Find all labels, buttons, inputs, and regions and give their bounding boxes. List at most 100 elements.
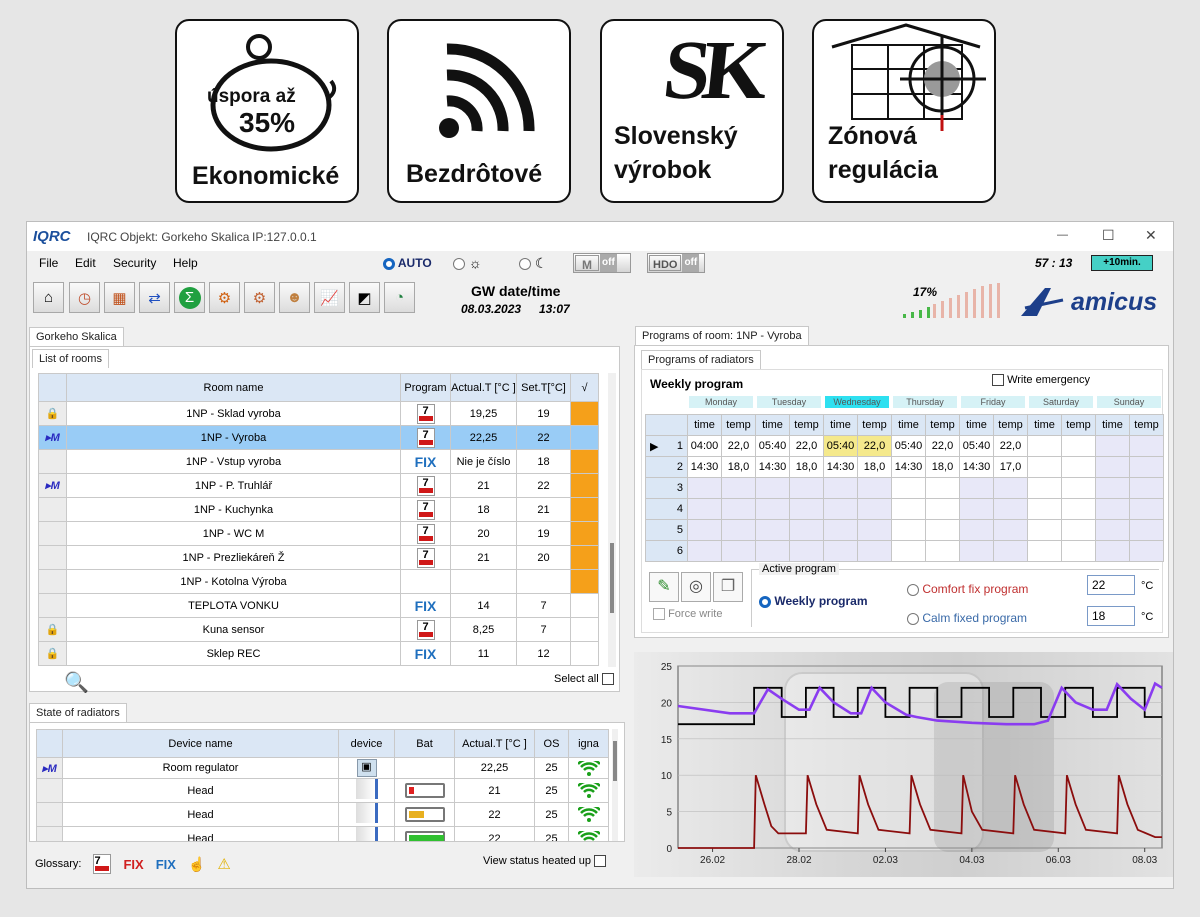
room-row[interactable]: 🔒 Sklep REC FIX 11 12 [38, 641, 599, 666]
program-cell[interactable] [891, 498, 926, 520]
room-name[interactable]: 1NP - Vyroba [66, 425, 401, 450]
program-cell[interactable]: 05:40 [959, 435, 994, 457]
device-name[interactable]: Head [62, 802, 339, 827]
room-program[interactable]: 7 [400, 617, 451, 642]
program-cell[interactable] [993, 477, 1028, 499]
program-cell[interactable]: 05:40 [823, 435, 858, 457]
room-program[interactable]: 7 [400, 473, 451, 498]
room-name[interactable]: 1NP - Prezliekáreň Ž [66, 545, 401, 570]
program-cell[interactable] [1129, 456, 1164, 478]
program-row[interactable]: 2 14:30 18,0 14:30 18,0 14:30 18,0 14:30 18,0 14:… [645, 456, 1164, 478]
minimize-button[interactable]: — [1057, 229, 1068, 241]
program-cell[interactable]: 14:30 [823, 456, 858, 478]
day-tuesday[interactable]: Tuesday [757, 396, 821, 408]
program-cell[interactable] [1027, 435, 1062, 457]
program-cell[interactable] [1061, 540, 1096, 562]
program-cell[interactable]: 22,0 [857, 435, 892, 457]
program-cell[interactable] [1095, 519, 1130, 541]
rooms-scroll-thumb[interactable] [610, 543, 614, 613]
write-emergency-checkbox[interactable] [992, 374, 1004, 387]
col-actual-temp[interactable]: Actual.T [°C ] [454, 729, 535, 758]
program-cell[interactable] [823, 477, 858, 499]
copy-icon[interactable]: ❐ [713, 572, 743, 602]
rooms-scrollbar[interactable] [608, 373, 616, 667]
program-cell[interactable] [857, 498, 892, 520]
program-cell[interactable] [1027, 477, 1062, 499]
room-name[interactable]: 1NP - Sklad vyroba [66, 401, 401, 426]
program-row[interactable]: 6 [645, 540, 1164, 562]
clock-icon[interactable]: ◷ [69, 282, 100, 313]
col-device[interactable]: device [338, 729, 395, 758]
program-cell[interactable]: 22,0 [993, 435, 1028, 457]
view-status[interactable]: View status heated up [483, 855, 607, 868]
comfort-program-radio[interactable]: Comfort fix program [907, 582, 1028, 596]
program-cell[interactable] [1095, 498, 1130, 520]
program-cell[interactable] [993, 540, 1028, 562]
program-cell[interactable] [1061, 435, 1096, 457]
program-cell[interactable] [1027, 519, 1062, 541]
room-name[interactable]: 1NP - P. Truhlář [66, 473, 401, 498]
select-all-checkbox[interactable] [601, 673, 614, 686]
radiators-scrollbar[interactable] [612, 729, 618, 841]
col-program[interactable]: Program [400, 373, 451, 402]
col-check[interactable]: √ [570, 373, 599, 402]
menu-file[interactable]: File [39, 256, 58, 270]
program-cell[interactable] [925, 519, 960, 541]
tab-programs-of-radiators[interactable]: Programs of radiators [641, 350, 761, 369]
program-cell[interactable]: 05:40 [755, 435, 790, 457]
col-device-name[interactable]: Device name [62, 729, 339, 758]
room-program[interactable]: 7 [400, 497, 451, 522]
program-row[interactable]: 4 [645, 498, 1164, 520]
force-write-checkbox[interactable] [653, 608, 665, 621]
program-cell[interactable] [857, 477, 892, 499]
program-row[interactable]: 5 [645, 519, 1164, 541]
day-thursday[interactable]: Thursday [893, 396, 957, 408]
program-cell[interactable]: 17,0 [993, 456, 1028, 478]
room-program[interactable] [400, 569, 451, 594]
calm-program-radio[interactable]: Calm fixed program [907, 611, 1027, 625]
room-name[interactable]: Sklep REC [66, 641, 401, 666]
program-cell[interactable] [891, 540, 926, 562]
day-saturday[interactable]: Saturday [1029, 396, 1093, 408]
device-name[interactable]: Head [62, 826, 339, 841]
mode-auto-radio[interactable]: AUTO [383, 256, 432, 270]
program-cell[interactable] [857, 540, 892, 562]
mode-sun-radio[interactable]: ☼ [453, 255, 482, 271]
program-cell[interactable] [1129, 540, 1164, 562]
write-emergency[interactable]: Write emergency [992, 374, 1090, 387]
select-all[interactable]: Select all [554, 673, 614, 686]
program-cell[interactable] [959, 477, 994, 499]
program-cell[interactable] [959, 519, 994, 541]
program-cell[interactable] [721, 498, 756, 520]
program-cell[interactable]: 18,0 [721, 456, 756, 478]
program-cell[interactable] [755, 540, 790, 562]
hdo-toggle[interactable]: HDO off [647, 253, 705, 273]
program-cell[interactable]: 14:30 [687, 456, 722, 478]
room-program[interactable]: 7 [400, 545, 451, 570]
day-wednesday[interactable]: Wednesday [825, 396, 889, 408]
day-sunday[interactable]: Sunday [1097, 396, 1161, 408]
program-cell[interactable]: 22,0 [925, 435, 960, 457]
window-icon[interactable]: ◩ [349, 282, 380, 313]
day-friday[interactable]: Friday [961, 396, 1025, 408]
program-cell[interactable] [1129, 477, 1164, 499]
view-status-checkbox[interactable] [594, 855, 607, 868]
gauge-icon[interactable]: ◔ [384, 282, 415, 313]
col-room-name[interactable]: Room name [66, 373, 401, 402]
room-program[interactable]: FIX [400, 641, 451, 666]
program-cell[interactable] [925, 477, 960, 499]
program-cell[interactable] [823, 540, 858, 562]
device-name[interactable]: Head [62, 778, 339, 803]
sync-icon[interactable]: ⇄ [139, 282, 170, 313]
m-toggle[interactable]: M off [573, 253, 631, 273]
weekly-program-radio[interactable]: Weekly program [759, 594, 868, 608]
program-cell[interactable] [1027, 498, 1062, 520]
program-cell[interactable] [789, 498, 824, 520]
room-row[interactable]: 🔒 Kuna sensor 7 8,25 7 [38, 617, 599, 642]
program-cell[interactable] [959, 540, 994, 562]
write-icon[interactable]: ✎ [649, 572, 679, 602]
force-write[interactable]: Force write [653, 608, 722, 621]
program-row[interactable]: ▶ 1 04:00 22,0 05:40 22,0 05:40 22,0 05:40 22,0 05… [645, 435, 1164, 457]
room-row[interactable]: 1NP - Vstup vyroba FIX Nie je číslo 18 [38, 449, 599, 474]
room-name[interactable]: TEPLOTA VONKU [66, 593, 401, 618]
